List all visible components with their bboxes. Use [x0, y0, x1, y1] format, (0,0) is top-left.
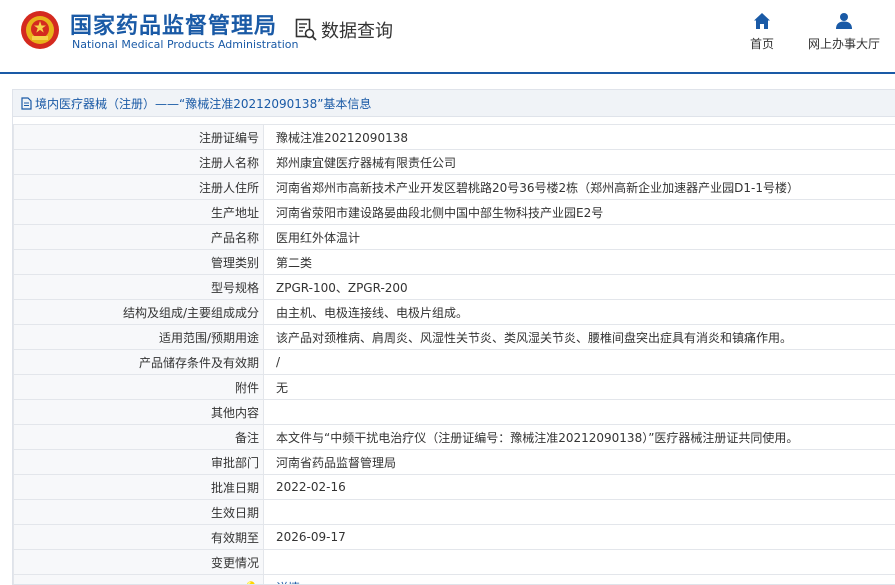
field-label: 生产地址 [13, 199, 264, 225]
field-label: 管理类别 [13, 249, 264, 275]
panel-title: 境内医疗器械（注册）——“豫械注准20212090138”基本信息 [35, 96, 372, 111]
field-label: 审批部门 [13, 449, 264, 475]
table-row: 产品储存条件及有效期 / [13, 349, 895, 375]
field-value: 本文件与“中频干扰电治疗仪（注册证编号：豫械注准20212090138）”医疗器… [263, 424, 895, 450]
document-icon [21, 96, 32, 110]
data-query-section[interactable]: 数据查询 [295, 17, 393, 43]
panel-header: 境内医疗器械（注册）——“豫械注准20212090138”基本信息 [13, 90, 895, 117]
field-label: 批准日期 [13, 474, 264, 500]
detail-label: 💡 [13, 574, 264, 584]
field-label: 有效期至 [13, 524, 264, 550]
table-row: 型号规格 ZPGR-100、ZPGR-200 [13, 274, 895, 300]
site-header: 国家药品监督管理局 National Medical Products Admi… [0, 0, 895, 74]
field-value: 第二类 [263, 249, 895, 275]
field-value: ZPGR-100、ZPGR-200 [263, 274, 895, 300]
registration-info-table: 注册证编号 豫械注准20212090138 注册人名称 郑州康宜健医疗器械有限责任公司… [13, 124, 895, 584]
field-label: 注册证编号 [13, 124, 264, 150]
table-row: 有效期至 2026-09-17 [13, 524, 895, 550]
brand-name-en: National Medical Products Administration [72, 38, 299, 51]
detail-link[interactable]: 详情 [263, 574, 895, 584]
field-value [263, 549, 895, 575]
detail-panel: 境内医疗器械（注册）——“豫械注准20212090138”基本信息 注册证编号豫… [12, 89, 895, 585]
header-divider [0, 72, 895, 74]
table-row: 生效日期 [13, 499, 895, 525]
field-label: 适用范围/预期用途 [13, 324, 264, 350]
table-row: 注册证编号 豫械注准20212090138 [13, 124, 895, 150]
field-value: 2026-09-17 [263, 524, 895, 550]
field-label: 产品储存条件及有效期 [13, 349, 264, 375]
table-row: 结构及组成/主要组成成分 由主机、电极连接线、电极片组成。 [13, 299, 895, 325]
table-row: 注册人名称 郑州康宜健医疗器械有限责任公司 [13, 149, 895, 175]
document-search-icon [295, 18, 317, 41]
table-row: 附件无 [13, 374, 895, 400]
table-row: 备注 本文件与“中频干扰电治疗仪（注册证编号：豫械注准20212090138）”医… [13, 424, 895, 450]
field-label: 生效日期 [13, 499, 264, 525]
brand-name-cn: 国家药品监督管理局 [70, 14, 278, 39]
national-emblem-icon [21, 11, 59, 49]
home-icon [754, 13, 770, 29]
field-value: / [263, 349, 895, 375]
field-value [263, 499, 895, 525]
field-label: 注册人住所 [13, 174, 264, 200]
field-value: 豫械注准20212090138 [263, 124, 895, 150]
table-row: 批准日期 2022-02-16 [13, 474, 895, 500]
nav-home[interactable]: 首页 [750, 12, 774, 52]
field-value: 2022-02-16 [263, 474, 895, 500]
table-row: 其他内容 [13, 399, 895, 425]
field-value: 河南省郑州市高新技术产业开发区碧桃路20号36号楼2栋（郑州高新企业加速器产业园… [263, 174, 895, 200]
table-row: 生产地址 河南省荥阳市建设路晏曲段北侧中国中部生物科技产业园E2号 [13, 199, 895, 225]
field-label: 注册人名称 [13, 149, 264, 175]
lightbulb-icon: 💡 [244, 581, 258, 584]
field-value: 河南省药品监督管理局 [263, 449, 895, 475]
field-label: 其他内容 [13, 399, 264, 425]
field-label: 备注 [13, 424, 264, 450]
field-value: 无 [263, 374, 895, 400]
field-value: 该产品对颈椎病、肩周炎、风湿性关节炎、类风湿关节炎、腰椎间盘突出症具有消炎和镇痛… [263, 324, 895, 350]
field-label: 结构及组成/主要组成成分 [13, 299, 264, 325]
nav-online-service-hall-label: 网上办事大厅 [808, 37, 881, 51]
field-value: 河南省荥阳市建设路晏曲段北侧中国中部生物科技产业园E2号 [263, 199, 895, 225]
field-label: 型号规格 [13, 274, 264, 300]
field-label: 附件 [13, 374, 264, 400]
table-row: 适用范围/预期用途 该产品对颈椎病、肩周炎、风湿性关节炎、类风湿关节炎、腰椎间盘突… [13, 324, 895, 350]
field-value: 医用红外体温计 [263, 224, 895, 250]
nav-online-service-hall[interactable]: 网上办事大厅 [808, 12, 880, 52]
field-value: 由主机、电极连接线、电极片组成。 [263, 299, 895, 325]
table-row-detail: 💡 详情 [13, 574, 895, 584]
table-row: 产品名称 医用红外体温计 [13, 224, 895, 250]
field-value [263, 399, 895, 425]
nav-home-label: 首页 [750, 37, 775, 51]
data-query-label: 数据查询 [321, 21, 393, 42]
table-row: 注册人住所 河南省郑州市高新技术产业开发区碧桃路20号36号楼2栋（郑州高新企业加… [13, 174, 895, 200]
user-icon [836, 13, 852, 29]
field-value: 郑州康宜健医疗器械有限责任公司 [263, 149, 895, 175]
field-label: 产品名称 [13, 224, 264, 250]
table-row: 管理类别 第二类 [13, 249, 895, 275]
table-row: 审批部门 河南省药品监督管理局 [13, 449, 895, 475]
table-row: 变更情况 [13, 549, 895, 575]
field-label: 变更情况 [13, 549, 264, 575]
